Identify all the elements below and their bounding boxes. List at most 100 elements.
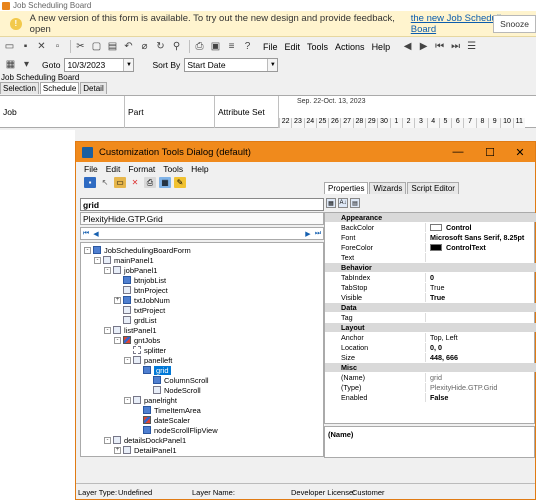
print-icon[interactable]: ⎙ [193,41,206,53]
tab-selection[interactable]: Selection [0,82,39,94]
tab-properties[interactable]: Properties [324,182,369,194]
property-row[interactable]: Enabled False [325,393,536,402]
property-row[interactable]: Location 0, 0 [325,343,536,352]
tab-wizards[interactable]: Wizards [369,182,407,194]
collapse-icon[interactable]: - [84,246,91,254]
column-job[interactable]: Job [0,96,125,128]
collapse-icon[interactable]: - [104,266,111,274]
tree-node[interactable]: - panelright [124,395,177,405]
property-value[interactable]: 448, 666 [426,353,458,362]
chevron-down-icon[interactable]: ▼ [267,58,278,71]
tree-node[interactable]: btnjobList [114,275,166,285]
property-value[interactable]: Control [426,223,472,232]
options-icon[interactable]: ≡ [225,41,238,53]
undo-icon[interactable]: ↶ [122,41,135,53]
property-value[interactable]: 0 [426,273,434,282]
dialog-menu-tools[interactable]: Tools [163,164,183,174]
dialog-menu-format[interactable]: Format [128,164,155,174]
property-pages-icon[interactable]: ▤ [350,198,360,208]
collapse-icon[interactable]: - [114,336,121,344]
tree-node[interactable]: - jobPanel1 [104,265,157,275]
delete-icon[interactable]: ✕ [35,41,48,53]
collapse-icon[interactable]: - [104,436,111,444]
new-icon[interactable]: ▭ [3,41,16,53]
tab-schedule[interactable]: Schedule [39,82,80,94]
grid-icon[interactable]: ▦ [159,177,171,188]
chevron-down-icon[interactable]: ▼ [123,58,134,71]
forward-icon[interactable]: ▶ [417,41,430,53]
tree-node[interactable]: + txtJobNum [114,295,170,305]
tree-node[interactable]: - mainPanel1 [94,255,154,265]
tree-node[interactable]: - gntJobs [114,335,160,345]
property-value[interactable]: 0, 0 [426,343,442,352]
tree-node[interactable]: txtProject [114,305,165,315]
property-category[interactable]: Data [325,303,536,312]
select-icon[interactable]: ↖ [99,177,111,188]
property-value[interactable]: True [426,293,445,302]
property-row[interactable]: Tag [325,313,536,322]
collapse-icon[interactable]: - [104,326,111,334]
menu-file[interactable]: File [263,42,278,52]
goto-date-field[interactable]: 10/3/2023 ▼ [64,57,135,72]
minimize-icon[interactable]: — [443,142,473,162]
tree-node[interactable]: grid [134,365,171,375]
property-row[interactable]: Text [325,253,536,262]
tab-detail[interactable]: Detail [80,82,107,94]
dialog-menu-help[interactable]: Help [191,164,208,174]
property-value[interactable]: PlexityHide.GTP.Grid [426,383,497,392]
tree-node[interactable]: dateScaler [134,415,190,425]
property-row[interactable]: Visible True [325,293,536,302]
copy-icon[interactable]: ▢ [90,41,103,53]
delete-icon[interactable]: ✕ [129,177,141,188]
first-icon[interactable]: ⏮ [433,41,446,53]
close-icon[interactable]: ✕ [505,142,535,162]
property-value[interactable]: False [426,393,448,402]
property-row[interactable]: TabStop True [325,283,536,292]
property-row[interactable]: TabIndex 0 [325,273,536,282]
last-icon[interactable]: ⏭ [449,41,462,53]
first-icon[interactable]: ⏮ [81,228,91,239]
property-row[interactable]: (Type) PlexityHide.GTP.Grid [325,383,536,392]
property-value[interactable]: Top, Left [426,333,458,342]
menu-icon[interactable]: ☰ [465,41,478,53]
print-icon[interactable]: ⎙ [144,177,156,188]
property-value[interactable]: ControlText [426,243,486,252]
property-row[interactable]: Anchor Top, Left [325,333,536,342]
next-icon[interactable]: ▶ [303,228,313,239]
collapse-icon[interactable]: - [124,356,131,364]
categorized-icon[interactable]: ▦ [326,198,336,208]
property-value[interactable]: True [426,283,445,292]
property-row[interactable]: Size 448, 666 [325,353,536,362]
menu-help[interactable]: Help [372,42,391,52]
previous-icon[interactable]: ◀ [91,228,101,239]
control-search-input[interactable]: grid [80,198,324,211]
property-category[interactable]: Layout [325,323,536,332]
cut-icon[interactable]: ✂ [74,41,87,53]
property-grid[interactable]: Appearance BackColor Control Font Microsoft … [324,212,536,424]
dialog-menu-edit[interactable]: Edit [106,164,121,174]
filter-icon[interactable]: ▾ [20,59,33,71]
property-row[interactable]: BackColor Control [325,223,536,232]
calendar-icon[interactable]: ▦ [4,59,17,71]
sort-by-select[interactable]: Start Date ▼ [184,57,279,72]
tree-node[interactable]: splitter [124,345,166,355]
tree-node[interactable]: - JobSchedulingBoardForm [84,245,191,255]
property-category[interactable]: Misc [325,363,536,372]
control-tree[interactable]: - JobSchedulingBoardForm - mainPanel1- jobPa… [80,242,324,457]
tree-node[interactable]: - panelleft [124,355,172,365]
property-value[interactable]: grid [426,373,442,382]
expand-icon[interactable]: + [114,296,121,304]
help-icon[interactable]: ? [241,41,254,53]
last-icon[interactable]: ⏭ [313,228,323,239]
column-attribute-set[interactable]: Attribute Set [215,96,279,128]
property-row[interactable]: ForeColor ControlText [325,243,536,252]
tab-script-editor[interactable]: Script Editor [407,182,459,194]
alphabetical-icon[interactable]: A↓ [338,198,348,208]
save-icon[interactable]: ▪ [19,41,32,53]
tree-node[interactable]: TimeItemArea [134,405,201,415]
tree-node[interactable]: + DetailPanel1 [114,445,177,455]
maximize-icon[interactable]: ☐ [475,142,505,162]
property-row[interactable]: Font Microsoft Sans Serif, 8.25pt [325,233,536,242]
tree-node[interactable]: grdList [114,315,157,325]
open-icon[interactable]: ▭ [114,177,126,188]
